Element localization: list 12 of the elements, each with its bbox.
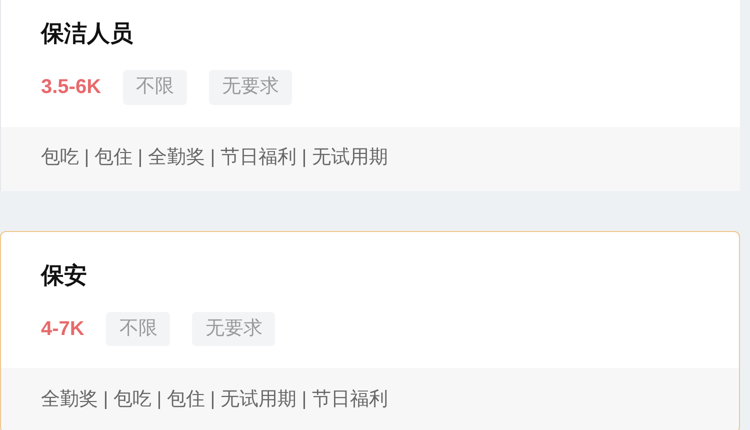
benefits-text: 包吃 | 包住 | 全勤奖 | 节日福利 | 无试用期 (41, 146, 388, 170)
requirement-tag: 无要求 (192, 312, 276, 346)
salary: 4-7K (41, 316, 84, 342)
job-card[interactable]: 保安 4-7K 不限 无要求 全勤奖 | 包吃 | 包住 | 无试用期 | 节日福利 (0, 230, 740, 430)
job-title: 保安 (41, 260, 88, 290)
requirement-tag: 无要求 (209, 70, 292, 104)
requirement-tag: 不限 (106, 312, 170, 346)
requirement-tag: 不限 (123, 70, 188, 104)
benefits-text: 全勤奖 | 包吃 | 包住 | 无试用期 | 节日福利 (41, 388, 388, 412)
job-title: 保洁人员 (41, 19, 134, 48)
job-card[interactable]: 保洁人员 3.5-6K 不限 无要求 包吃 | 包住 | 全勤奖 | 节日福利 | 无试用期 (0, 0, 740, 190)
salary: 3.5-6K (41, 75, 102, 100)
